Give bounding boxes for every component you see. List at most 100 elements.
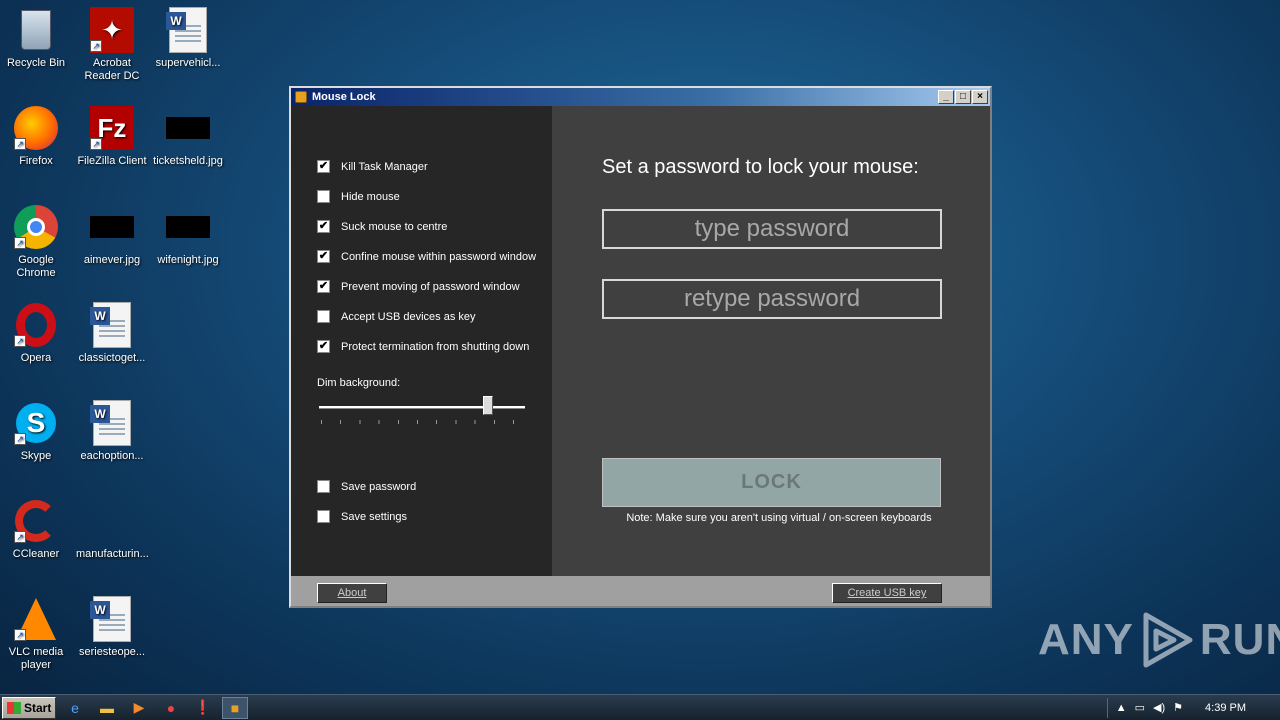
explorer-icon[interactable]: ▬ [94,697,120,719]
checkbox[interactable] [317,480,330,493]
desktop-icon-wifenight[interactable]: wifenight.jpg [152,203,224,267]
checkbox[interactable]: ✔ [317,280,330,293]
window-title: Mouse Lock [312,91,376,103]
desktop-icon-label: FileZilla Client [77,155,147,167]
desktop-icon-seriesteope[interactable]: W seriesteope... [76,595,148,659]
mouse-lock-window: Mouse Lock _ □ × ✔ Kill Task Manager Hid… [289,86,992,608]
desktop-icon-label: ticketsheld.jpg [153,155,223,167]
keyboard-note: Note: Make sure you aren't using virtual… [626,512,932,524]
taskbar: Start e ▬ ▶ ● ❗ ■ ▲ ▭ ◀) ⚑ 4:39 PM [0,694,1280,720]
watermark-text-left: ANY [1038,615,1134,664]
opera-icon: ↗ [12,301,60,349]
desktop-icon-label: manufacturin... [76,548,149,560]
desktop-icon-filezilla[interactable]: Fz ↗ FileZilla Client [76,104,148,168]
minimize-button[interactable]: _ [938,90,954,104]
desktop-icon-ccleaner[interactable]: ↗ CCleaner [0,497,72,561]
checkbox[interactable]: ✔ [317,250,330,263]
desktop-icon-acrobat[interactable]: ✦ ↗ Acrobat Reader DC [76,6,148,83]
word-doc-icon: W [88,595,136,643]
ie-icon[interactable]: e [62,697,88,719]
option-suck-mouse[interactable]: ✔ Suck mouse to centre [317,220,447,233]
desktop-icon-eachoption[interactable]: W eachoption... [76,399,148,463]
image-icon [164,203,212,251]
password-input[interactable] [602,209,942,249]
maximize-button[interactable]: □ [955,90,971,104]
clock[interactable]: 4:39 PM [1205,702,1246,714]
desktop-icon-label: Skype [20,450,52,462]
volume-icon[interactable]: ◀) [1153,701,1165,714]
mouse-lock-taskbar-icon[interactable]: ■ [222,696,248,719]
option-label: Confine mouse within password window [341,250,537,263]
title-bar[interactable]: Mouse Lock _ □ × [291,88,990,106]
tray-expand-icon[interactable]: ▲ [1116,702,1127,714]
watermark-text-right: RUN [1199,615,1280,664]
option-label: Protect termination from shutting down [341,340,530,353]
desktop-icon-firefox[interactable]: ↗ Firefox [0,104,72,168]
desktop-icon-label: aimever.jpg [83,254,141,266]
desktop-icon-label: wifenight.jpg [157,254,219,266]
option-kill-task-manager[interactable]: ✔ Kill Task Manager [317,160,428,173]
desktop-icon-ticketsheld[interactable]: ticketsheld.jpg [152,104,224,168]
option-hide-mouse[interactable]: Hide mouse [317,190,400,203]
option-prevent-moving[interactable]: ✔ Prevent moving of password window [317,280,520,293]
desktop-icon-recycle-bin[interactable]: Recycle Bin [0,6,72,70]
dim-background-label: Dim background: [317,377,401,389]
checkbox[interactable]: ✔ [317,220,330,233]
create-usb-key-button[interactable]: Create USB key [832,583,942,603]
start-button[interactable]: Start [2,696,56,719]
acrobat-icon: ✦ ↗ [88,6,136,54]
option-save-settings[interactable]: Save settings [317,510,407,523]
windows-flag-icon [7,701,21,714]
option-protect-termination[interactable]: ✔ Protect termination from shutting down [317,340,529,353]
desktop-icon-label: Firefox [19,155,53,167]
filezilla-icon: Fz ↗ [88,104,136,152]
checkbox[interactable]: ✔ [317,160,330,173]
option-label: Kill Task Manager [341,160,428,173]
desktop-icon-classictoget[interactable]: W classictoget... [76,301,148,365]
media-player-icon[interactable]: ▶ [126,697,152,719]
dim-background-slider[interactable] [319,396,525,426]
anyrun-watermark: ANY RUN [1038,608,1280,672]
about-button[interactable]: About [317,583,387,603]
desktop-icon-supervehicl[interactable]: W supervehicl... [152,6,224,70]
retype-password-input[interactable] [602,279,942,319]
desktop-icon-chrome[interactable]: ↗ Google Chrome [0,203,72,280]
word-doc-icon: W [164,6,212,54]
desktop-icon-opera[interactable]: ↗ Opera [0,301,72,365]
image-icon [164,104,212,152]
desktop-icon-manufacturin[interactable]: manufacturin... [76,497,149,561]
desktop-icon-label: seriesteope... [78,646,146,658]
desktop-icon-skype[interactable]: S ↗ Skype [0,399,72,463]
desktop-icon-label: CCleaner [12,548,60,560]
desktop-icon-aimever[interactable]: aimever.jpg [76,203,148,267]
warning-icon[interactable]: ❗ [190,697,216,719]
desktop-icon-label: Recycle Bin [6,57,66,69]
vlc-icon: ↗ [12,595,60,643]
blank-doc-icon [88,497,136,545]
option-label: Save password [341,480,417,493]
option-label: Accept USB devices as key [341,310,476,323]
desktop-icon-label: eachoption... [80,450,144,462]
chrome-taskbar-icon[interactable]: ● [158,697,184,719]
password-panel: Set a password to lock your mouse: LOCK … [552,106,990,576]
action-center-flag-icon[interactable]: ⚑ [1173,701,1183,714]
option-confine-mouse[interactable]: ✔ Confine mouse within password window [317,250,536,263]
checkbox[interactable] [317,190,330,203]
slider-track [319,406,525,409]
option-save-password[interactable]: Save password [317,480,416,493]
close-button[interactable]: × [972,90,988,104]
play-icon [1143,612,1193,668]
network-icon[interactable]: ▭ [1135,701,1145,714]
desktop-icon-label: classictoget... [78,352,146,364]
desktop-icon-label: Acrobat Reader DC [84,57,140,82]
lock-button[interactable]: LOCK [602,458,941,507]
chrome-icon: ↗ [12,203,60,251]
desktop-icon-vlc[interactable]: ↗ VLC media player [0,595,72,672]
lock-app-icon [295,91,307,103]
checkbox[interactable]: ✔ [317,340,330,353]
desktop-icon-label: supervehicl... [155,57,221,69]
checkbox[interactable] [317,310,330,323]
slider-thumb[interactable] [482,396,493,415]
checkbox[interactable] [317,510,330,523]
option-accept-usb[interactable]: Accept USB devices as key [317,310,476,323]
